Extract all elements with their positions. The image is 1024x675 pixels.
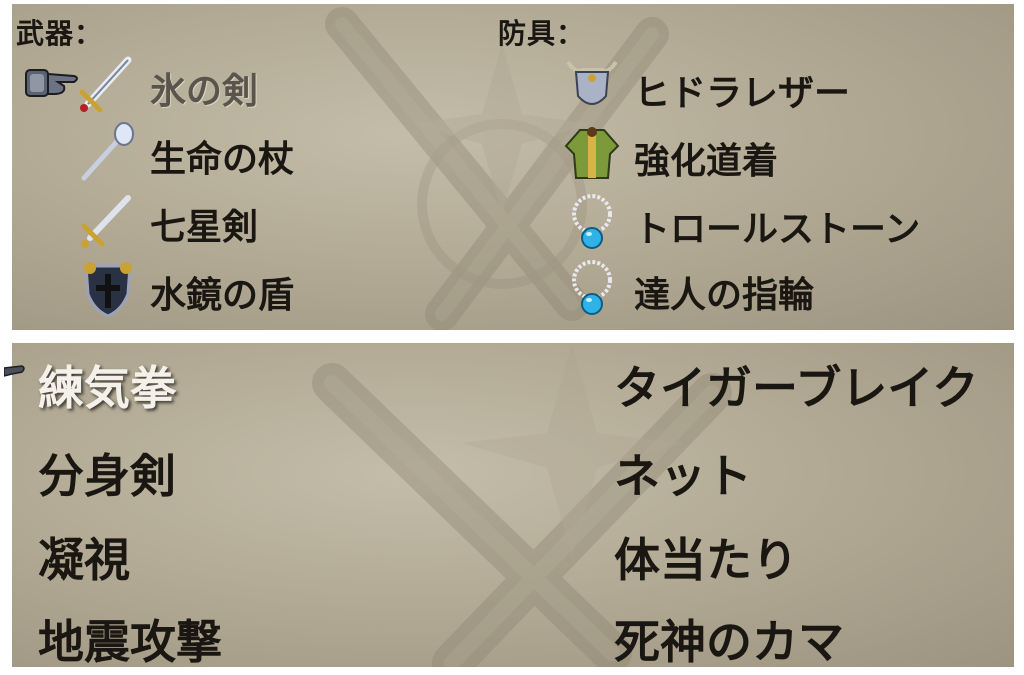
shield-icon (84, 262, 132, 318)
sword-icon (79, 56, 132, 113)
armor-name: ヒドラレザー (634, 73, 851, 114)
armor-name: トロールストーン (634, 209, 921, 250)
weapon-name: 水鏡の盾 (150, 275, 295, 316)
skill-item[interactable]: タイガーブレイク (614, 352, 978, 418)
armor-icon (566, 60, 618, 105)
staff-icon (81, 122, 134, 181)
sword-icon (81, 195, 131, 248)
necklace-icon (572, 194, 612, 249)
skill-item[interactable]: 凝視 (38, 524, 130, 590)
weapon-name: 生命の杖 (150, 139, 295, 180)
pointer-gauntlet-icon (25, 69, 78, 97)
armor-name: 達人の指輪 (634, 275, 815, 316)
skill-item[interactable]: 死神のカマ (614, 606, 844, 672)
armor-header: 防具： (498, 17, 586, 50)
skill-item[interactable]: 練気拳 (38, 352, 176, 418)
weapon-name: 氷の剣 (150, 71, 259, 112)
skill-item[interactable]: ネット (614, 440, 752, 506)
necklace-icon (572, 260, 612, 315)
robe-icon (564, 127, 620, 179)
weapons-header: 武器： (16, 17, 104, 50)
skill-item[interactable]: 体当たり (614, 524, 798, 590)
skill-item[interactable]: 地震攻撃 (38, 606, 222, 672)
weapon-name: 七星剣 (150, 207, 259, 248)
armor-name: 強化道着 (634, 141, 779, 182)
pointer-gauntlet-icon (4, 365, 25, 377)
skill-item[interactable]: 分身剣 (38, 440, 176, 506)
